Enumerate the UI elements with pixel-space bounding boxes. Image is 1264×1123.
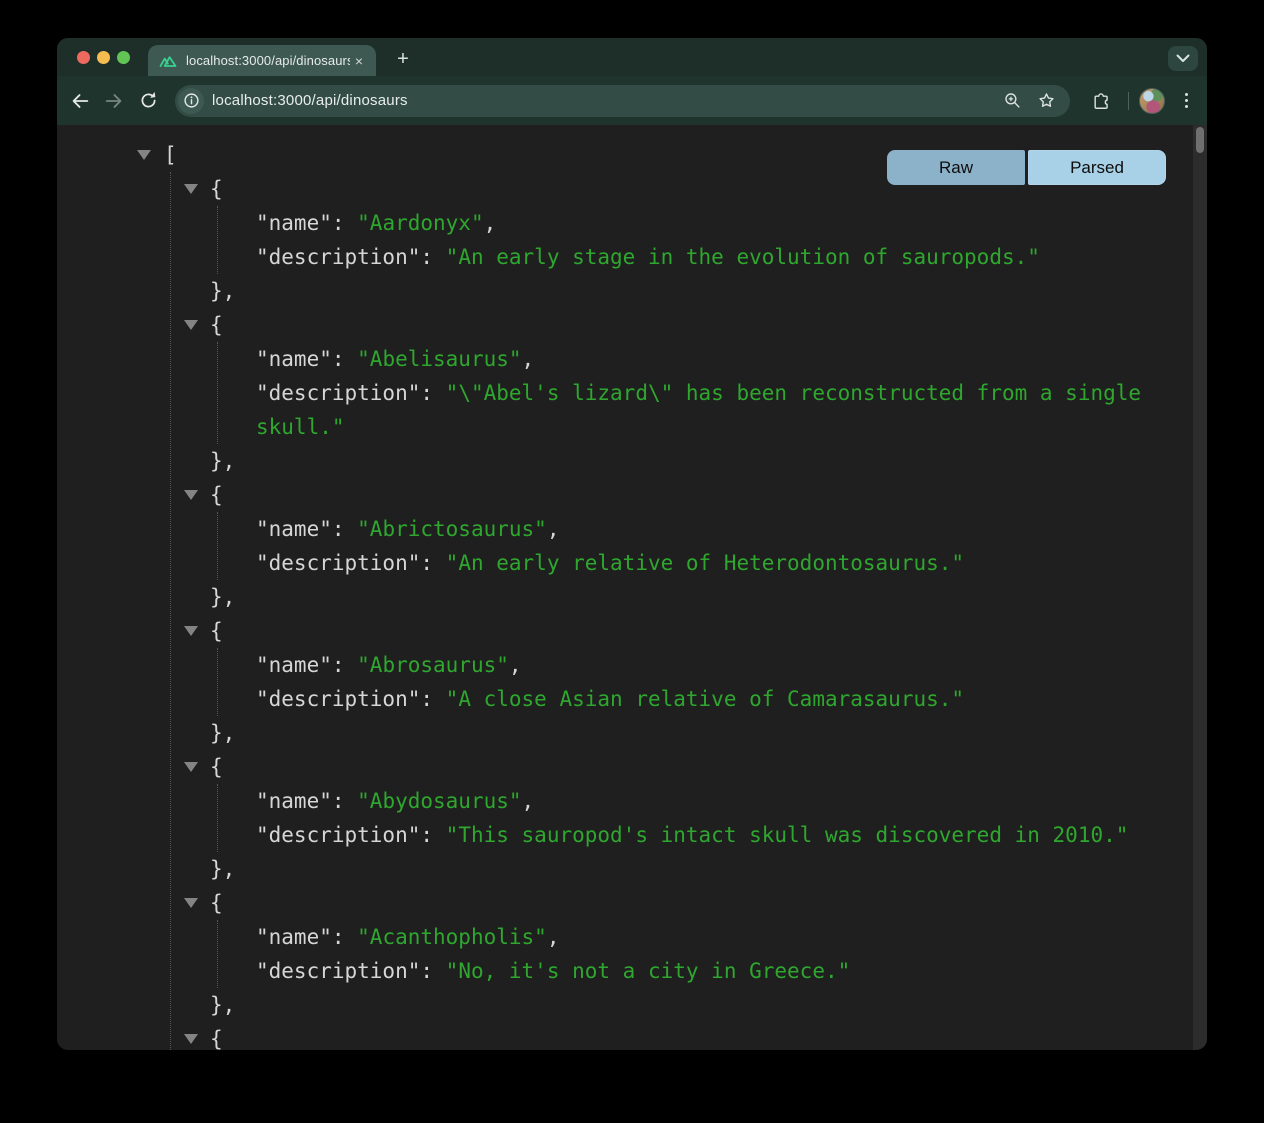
json-object: { "name": "Abrictosaurus", "description"… (171, 478, 1193, 614)
json-partial-object-row: { (171, 1022, 1193, 1050)
json-object-properties: "name": "Abrictosaurus", "description": … (217, 512, 1193, 580)
reload-button[interactable] (131, 84, 165, 118)
new-tab-button[interactable]: + (389, 46, 417, 74)
tab-localhost-dinosaurs[interactable]: localhost:3000/api/dinosaurs × (148, 45, 376, 76)
collapse-triangle-icon[interactable] (184, 762, 198, 772)
json-name-row: "name": "Acanthopholis", (256, 920, 1193, 954)
browser-window: localhost:3000/api/dinosaurs × + (57, 38, 1207, 1050)
tab-search-button[interactable] (1168, 46, 1198, 71)
bookmark-button[interactable] (1032, 87, 1060, 115)
json-name-row: "name": "Abydosaurus", (256, 784, 1193, 818)
collapse-triangle-icon[interactable] (184, 490, 198, 500)
json-tree: [ { "name": "Aardonyx", "description": "… (57, 125, 1193, 1050)
json-description-row: "description": "An early relative of Het… (256, 546, 1193, 580)
toolbar-separator (1128, 92, 1129, 110)
collapse-triangle-icon[interactable] (184, 898, 198, 908)
json-object-close-row: }, (171, 274, 1193, 308)
fullscreen-window-button[interactable] (117, 51, 130, 64)
traffic-lights (77, 51, 130, 64)
json-object: { "name": "Aardonyx", "description": "An… (171, 172, 1193, 308)
site-info-button[interactable] (178, 88, 204, 114)
collapse-triangle-icon[interactable] (184, 184, 198, 194)
browser-toolbar: localhost:3000/api/dinosaurs (57, 76, 1207, 125)
minimize-window-button[interactable] (97, 51, 110, 64)
extensions-button[interactable] (1084, 84, 1118, 118)
json-object: { "name": "Acanthopholis", "description"… (171, 886, 1193, 1022)
raw-button[interactable]: Raw (887, 150, 1025, 185)
collapse-triangle-icon[interactable] (184, 626, 198, 636)
json-description-row: "description": "An early stage in the ev… (256, 240, 1193, 274)
json-name-row: "name": "Abrictosaurus", (256, 512, 1193, 546)
json-description-row: "description": "No, it's not a city in G… (256, 954, 1193, 988)
browser-menu-button[interactable] (1173, 88, 1199, 114)
chevron-down-icon (1176, 54, 1190, 63)
tab-close-icon[interactable]: × (350, 52, 368, 70)
scrollbar[interactable] (1193, 125, 1207, 1050)
info-icon (183, 92, 200, 109)
json-object-close-row: }, (171, 444, 1193, 478)
json-object-properties: "name": "Abrosaurus", "description": "A … (217, 648, 1193, 716)
json-object-open-row: { (171, 478, 1193, 512)
json-object-open-row: { (171, 308, 1193, 342)
collapse-triangle-icon[interactable] (184, 320, 198, 330)
json-object-close-row: }, (171, 716, 1193, 750)
json-object-open-row: { (171, 614, 1193, 648)
json-object-open-row: { (171, 886, 1193, 920)
collapse-triangle-icon[interactable] (184, 1034, 198, 1044)
json-description-row: "description": "A close Asian relative o… (256, 682, 1193, 716)
json-object-properties: "name": "Acanthopholis", "description": … (217, 920, 1193, 988)
url-text[interactable]: localhost:3000/api/dinosaurs (212, 92, 992, 109)
forward-arrow-icon (103, 90, 125, 112)
json-object-close-row: }, (171, 580, 1193, 614)
tab-title: localhost:3000/api/dinosaurs (186, 53, 350, 68)
page-content: Raw Parsed [ { "name": "Aardonyx", "desc… (57, 125, 1207, 1050)
json-object-list: { "name": "Aardonyx", "description": "An… (170, 172, 1193, 1050)
json-object-close-row: }, (171, 988, 1193, 1022)
collapse-triangle-icon[interactable] (137, 150, 151, 160)
reload-icon (138, 90, 159, 111)
json-object-properties: "name": "Abydosaurus", "description": "T… (217, 784, 1193, 852)
close-window-button[interactable] (77, 51, 90, 64)
json-description-row: "description": "\"Abel's lizard\" has be… (256, 376, 1193, 444)
json-view-toggle: Raw Parsed (887, 150, 1166, 185)
json-object: { "name": "Abelisaurus", "description": … (171, 308, 1193, 478)
kebab-menu-icon (1185, 93, 1188, 96)
json-name-row: "name": "Abrosaurus", (256, 648, 1193, 682)
json-name-row: "name": "Aardonyx", (256, 206, 1193, 240)
tab-strip: localhost:3000/api/dinosaurs × + (57, 38, 1207, 76)
puzzle-piece-icon (1091, 91, 1111, 111)
json-object-properties: "name": "Abelisaurus", "description": "\… (217, 342, 1193, 444)
json-object-open-row: { (171, 750, 1193, 784)
mountains-favicon-icon (158, 53, 178, 69)
json-object-close-row: }, (171, 852, 1193, 886)
zoom-magnifier-icon (1003, 91, 1022, 110)
address-bar[interactable]: localhost:3000/api/dinosaurs (175, 85, 1070, 117)
back-button[interactable] (63, 84, 97, 118)
json-object: { "name": "Abydosaurus", "description": … (171, 750, 1193, 886)
json-name-row: "name": "Abelisaurus", (256, 342, 1193, 376)
star-icon (1037, 91, 1056, 110)
json-object-properties: "name": "Aardonyx", "description": "An e… (217, 206, 1193, 274)
back-arrow-icon (69, 90, 91, 112)
json-object: { "name": "Abrosaurus", "description": "… (171, 614, 1193, 750)
forward-button[interactable] (97, 84, 131, 118)
json-description-row: "description": "This sauropod's intact s… (256, 818, 1193, 852)
toolbar-actions (1084, 84, 1199, 118)
profile-avatar[interactable] (1139, 88, 1165, 114)
zoom-indicator-button[interactable] (998, 87, 1026, 115)
parsed-button[interactable]: Parsed (1028, 150, 1166, 185)
scrollbar-thumb[interactable] (1196, 127, 1204, 153)
